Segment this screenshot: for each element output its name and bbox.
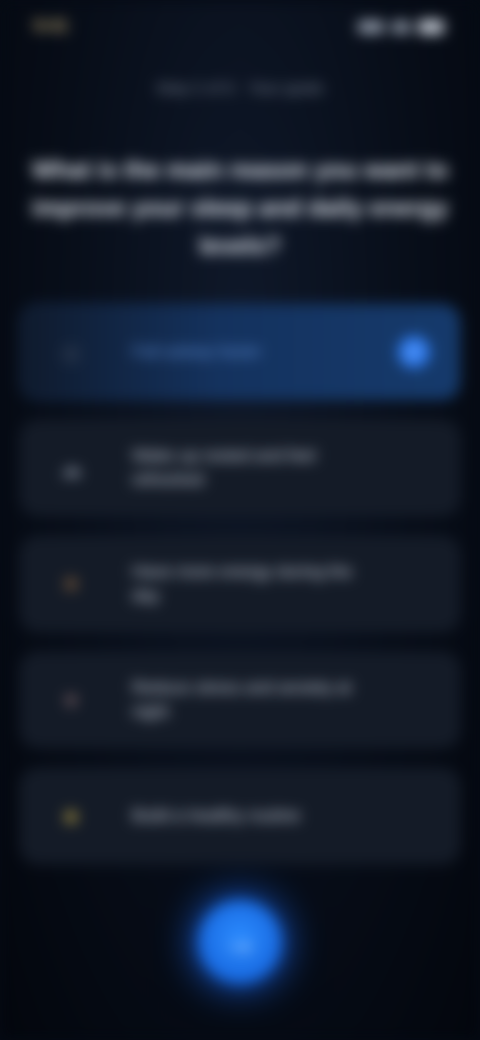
arrow-right-icon: →	[223, 923, 257, 961]
question-headline: What is the main reason you want to impr…	[31, 157, 449, 260]
wifi-icon	[392, 21, 410, 33]
status-bar: 9:41	[0, 0, 480, 56]
sun-icon: ☀	[61, 572, 81, 597]
heart-icon: ♥	[64, 688, 78, 713]
onboarding-screen: 9:41 Step 2 of 6 · Your goals What is th…	[0, 0, 480, 1040]
option-label: Fall asleep faster	[132, 342, 262, 361]
step-indicator: Step 2 of 6 · Your goals	[156, 80, 324, 97]
option-wake-rested[interactable]: ☁ Wake up rested and feel refreshed	[20, 420, 460, 516]
star-icon: ★	[61, 804, 81, 829]
option-label: Have more energy during the day	[132, 562, 353, 605]
option-label: Wake up rested and feel refreshed	[132, 446, 316, 489]
option-healthy-routine[interactable]: ★ Build a healthy routine	[20, 768, 460, 864]
option-label: Reduce stress and anxiety at night	[132, 678, 352, 721]
option-fall-asleep-faster[interactable]: ◎ Fall asleep faster ✓	[20, 304, 460, 400]
option-label: Build a healthy routine	[132, 806, 301, 825]
continue-button[interactable]: →	[198, 900, 282, 984]
battery-icon	[418, 20, 444, 34]
signal-icon	[358, 21, 384, 33]
status-icons	[358, 20, 446, 34]
target-icon: ◎	[61, 340, 81, 365]
status-time: 9:41	[34, 16, 69, 35]
option-reduce-stress[interactable]: ♥ Reduce stress and anxiety at night	[20, 652, 460, 748]
option-more-energy[interactable]: ☀ Have more energy during the day	[20, 536, 460, 632]
checkmark-icon: ✓	[398, 336, 430, 368]
cloud-icon: ☁	[60, 456, 82, 481]
